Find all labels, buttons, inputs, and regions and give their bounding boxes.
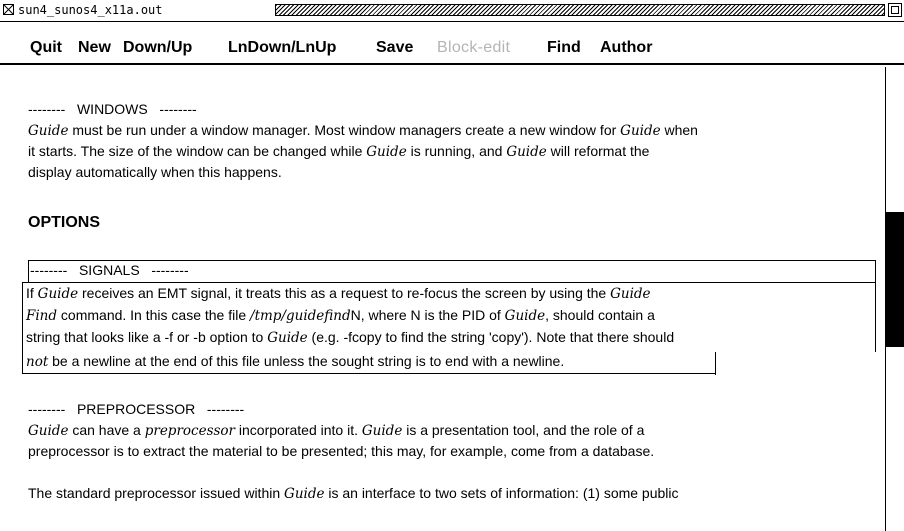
text-run: , should contain a xyxy=(545,307,655,323)
file-path: /tmp/guidefind xyxy=(250,308,351,324)
guide-term: Guide xyxy=(504,308,546,324)
guide-term: Guide xyxy=(506,144,547,160)
section-heading-windows: -------- WINDOWS -------- xyxy=(28,101,197,117)
guide-term: Guide xyxy=(620,123,661,139)
text-run: is an interface to two sets of informati… xyxy=(324,485,679,501)
menu-bar: Quit New Down/Up LnDown/LnUp Save Block-… xyxy=(0,22,904,65)
guide-window: sun4_sunos4_x11a.out Quit New Down/Up Ln… xyxy=(0,0,904,531)
signals-line-3[interactable]: string that looks like a -f or -b option… xyxy=(26,327,674,349)
guide-term: Guide xyxy=(28,423,69,439)
quit-button[interactable]: Quit xyxy=(30,38,62,58)
text-run: can have a xyxy=(68,422,145,438)
guide-term: Guide xyxy=(366,144,407,160)
find-button[interactable]: Find xyxy=(547,38,581,58)
signals-line-1[interactable]: If Guide receives an EMT signal, it trea… xyxy=(26,283,651,305)
text-run: command. In this case the file xyxy=(57,307,251,323)
emphasis-term: preprocessor xyxy=(144,423,236,439)
text-run: will reformat the xyxy=(546,143,650,159)
text-run: (e.g. -fcopy to find the string 'copy').… xyxy=(307,329,675,345)
guide-term: Guide xyxy=(28,123,69,139)
document-view[interactable]: -------- WINDOWS -------- Guide must be … xyxy=(0,67,886,531)
text-run: The standard preprocessor issued within xyxy=(28,485,285,501)
text-run: is a presentation tool, and the role of … xyxy=(402,422,645,438)
guide-term: Guide xyxy=(37,286,79,302)
selection-box-bottom xyxy=(22,373,716,374)
windows-line-2: it starts. The size of the window can be… xyxy=(28,141,878,163)
guide-term: Guide xyxy=(610,286,651,302)
preprocessor-line-3: The standard preprocessor issued within … xyxy=(28,483,878,505)
preprocessor-line-2: preprocessor is to extract the material … xyxy=(28,443,655,459)
emphasis-term: not xyxy=(26,354,49,370)
title-bar[interactable]: sun4_sunos4_x11a.out xyxy=(0,0,904,22)
title-bar-stripes[interactable] xyxy=(275,4,885,16)
guide-term: Guide xyxy=(284,486,325,502)
vertical-scrollbar[interactable] xyxy=(885,67,904,531)
selection-box-notch xyxy=(716,352,878,376)
signals-line-4[interactable]: not be a newline at the end of this file… xyxy=(26,351,564,373)
text-run: string that looks like a -f or -b option… xyxy=(26,329,268,345)
selection-box-edge xyxy=(715,352,716,375)
text-run: it starts. The size of the window can be… xyxy=(28,143,367,159)
new-button[interactable]: New xyxy=(78,38,111,58)
block-edit-button: Block-edit xyxy=(437,39,511,56)
text-run: when xyxy=(660,122,698,138)
windows-line-3: display automatically when this happens. xyxy=(28,162,878,183)
text-run: If xyxy=(26,285,38,301)
section-heading-signals[interactable]: -------- SIGNALS -------- xyxy=(30,260,189,281)
signals-heading-text: -------- SIGNALS -------- xyxy=(30,262,189,278)
lndown-lnup-button[interactable]: LnDown/LnUp xyxy=(228,38,336,58)
preprocessor-line-1: Guide can have a preprocessor incorporat… xyxy=(28,420,878,442)
window-title: sun4_sunos4_x11a.out xyxy=(18,3,167,18)
text-run: is running, and xyxy=(406,143,507,159)
resize-icon[interactable] xyxy=(888,3,902,17)
windows-line-1: Guide must be run under a window manager… xyxy=(28,120,878,142)
signals-line-2[interactable]: Find command. In this case the file /tmp… xyxy=(26,305,655,327)
guide-term: Find xyxy=(26,308,58,324)
section-heading-preprocessor: -------- PREPROCESSOR -------- xyxy=(28,401,245,417)
text-run: N, where N is the PID of xyxy=(350,307,505,323)
close-icon[interactable] xyxy=(3,4,14,15)
down-up-button[interactable]: Down/Up xyxy=(123,38,192,58)
guide-term: Guide xyxy=(361,423,403,439)
text-run: incorporated into it. xyxy=(235,422,362,438)
text-run: be a newline at the end of this file unl… xyxy=(48,353,565,369)
scrollbar-thumb[interactable] xyxy=(886,212,904,347)
guide-term: Guide xyxy=(267,330,308,346)
text-run: must be run under a window manager. Most… xyxy=(68,122,621,138)
text-run: display automatically when this happens. xyxy=(28,164,282,180)
text-run: receives an EMT signal, it treats this a… xyxy=(78,285,611,301)
author-button[interactable]: Author xyxy=(600,38,652,58)
options-heading: OPTIONS xyxy=(28,214,101,231)
save-button[interactable]: Save xyxy=(376,38,413,58)
